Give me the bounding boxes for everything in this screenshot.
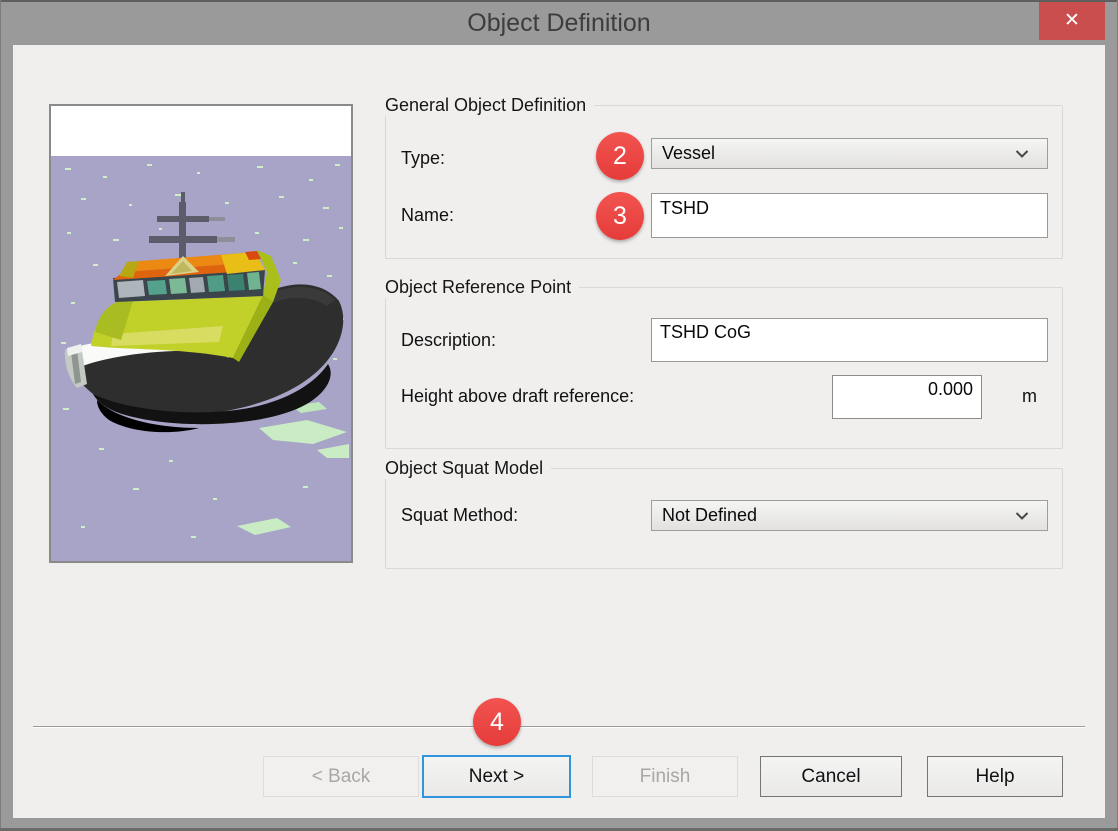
step-badge-4: 4	[473, 698, 521, 746]
sky	[51, 106, 351, 156]
titlebar[interactable]: Object Definition ✕	[0, 2, 1118, 45]
group-title-squat: Object Squat Model	[385, 458, 551, 479]
window-title: Object Definition	[0, 2, 1118, 45]
group-title-reference: Object Reference Point	[385, 277, 579, 298]
type-dropdown-value: Vessel	[662, 143, 1015, 164]
next-button[interactable]: Next >	[422, 755, 571, 798]
step-badge-3: 3	[596, 192, 644, 240]
squat-method-dropdown-value: Not Defined	[662, 505, 1015, 526]
type-dropdown[interactable]: Vessel	[651, 138, 1048, 169]
back-button: < Back	[263, 756, 419, 797]
description-label: Description:	[401, 327, 496, 353]
height-label: Height above draft reference:	[401, 383, 634, 409]
group-title-general: General Object Definition	[385, 95, 594, 116]
close-icon: ✕	[1064, 10, 1080, 31]
type-label: Type:	[401, 145, 445, 171]
close-button[interactable]: ✕	[1039, 2, 1105, 40]
squat-method-label: Squat Method:	[401, 502, 518, 528]
height-input[interactable]	[832, 375, 982, 419]
help-button[interactable]: Help	[927, 756, 1063, 797]
finish-button: Finish	[592, 756, 738, 797]
group-object-reference-point: Object Reference Point	[385, 287, 1063, 449]
vessel-preview-panel	[49, 104, 353, 563]
step-badge-2: 2	[596, 132, 644, 180]
cancel-button[interactable]: Cancel	[760, 756, 902, 797]
chevron-down-icon	[1015, 150, 1029, 158]
squat-method-dropdown[interactable]: Not Defined	[651, 500, 1048, 531]
name-input[interactable]	[651, 193, 1048, 238]
height-unit-label: m	[1022, 383, 1037, 409]
object-definition-window: Object Definition ✕	[0, 0, 1118, 831]
window-edge-left	[0, 0, 1, 831]
chevron-down-icon	[1015, 512, 1029, 520]
description-input[interactable]	[651, 318, 1048, 362]
vessel-preview-image	[51, 106, 351, 561]
name-label: Name:	[401, 202, 454, 228]
dialog-body: General Object Definition Type: Vessel N…	[13, 45, 1105, 818]
footer-divider	[33, 726, 1085, 728]
